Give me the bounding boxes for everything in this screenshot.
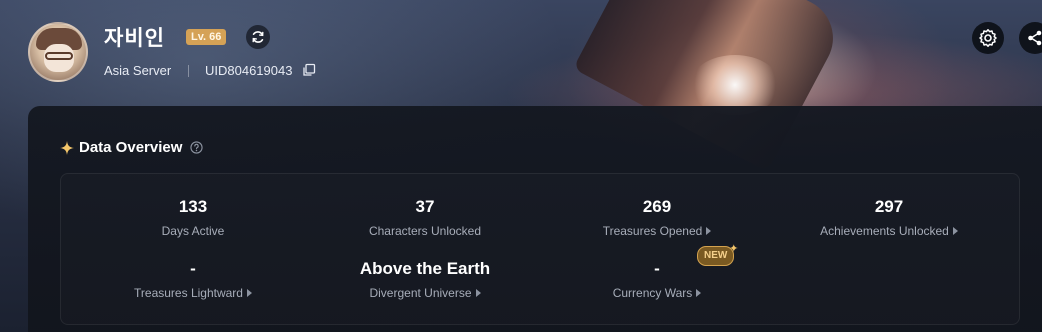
refresh-button[interactable] [246, 25, 270, 49]
stat-value: 297 [874, 197, 904, 216]
server-label: Asia Server [104, 63, 172, 78]
section-title-text: Data Overview [79, 139, 183, 156]
stat-label: Characters Unlocked [369, 224, 481, 238]
page: 자비인 Lv. 66 Asia Server UID804619043 Data… [0, 0, 1042, 332]
sparkle-icon: ✦ [729, 243, 739, 255]
stat-characters-unlocked: 37 Characters Unlocked [305, 196, 545, 240]
stat-label-text: Days Active [161, 224, 225, 238]
stat-treasures-opened[interactable]: 269 Treasures Opened [537, 196, 777, 240]
stat-label-text: Characters Unlocked [368, 224, 482, 238]
sparkle-icon [60, 140, 74, 155]
stat-label[interactable]: Achievements Unlocked [820, 224, 958, 238]
stat-label[interactable]: Divergent Universe [369, 286, 481, 300]
stat-treasures-lightward[interactable]: - Treasures Lightward [73, 258, 313, 302]
help-icon[interactable] [190, 141, 204, 154]
stat-label[interactable]: Treasures Lightward [134, 286, 252, 300]
uid-label: UID804619043 [205, 63, 293, 78]
player-name: 자비인 [104, 27, 165, 50]
stat-value: Above the Earth [359, 259, 491, 278]
share-icon [1028, 30, 1042, 46]
stat-value: 269 [642, 197, 672, 216]
avatar-glasses [45, 52, 73, 60]
stat-value: 133 [178, 197, 208, 216]
profile-header: 자비인 Lv. 66 Asia Server UID804619043 [0, 0, 1042, 100]
copy-icon[interactable] [302, 63, 316, 77]
stat-label-text: Divergent Universe [369, 286, 472, 300]
stat-value: 37 [415, 197, 435, 216]
arrow-right-icon [706, 227, 712, 235]
arrow-right-icon [696, 289, 702, 297]
stat-label-text: Achievements Unlocked [820, 224, 949, 238]
level-badge: Lv. 66 [186, 29, 227, 45]
stat-value: - [654, 259, 660, 278]
stat-achievements-unlocked[interactable]: 297 Achievements Unlocked [769, 196, 1009, 240]
data-overview-panel: Data Overview 133 Days Active 37 Charact… [28, 106, 1042, 332]
share-button[interactable] [1019, 22, 1042, 54]
stat-divergent-universe[interactable]: Above the Earth Divergent Universe [305, 258, 545, 302]
avatar[interactable] [28, 22, 88, 82]
header-divider [188, 65, 189, 77]
new-badge-text: NEW [704, 250, 728, 261]
stat-currency-wars[interactable]: - Currency Wars [537, 258, 777, 302]
stat-label-text: Currency Wars [612, 286, 693, 300]
refresh-icon [252, 31, 264, 43]
section-title: Data Overview [60, 139, 204, 156]
stat-value: - [190, 259, 196, 278]
stat-days-active: 133 Days Active [73, 196, 313, 240]
gear-icon [979, 29, 997, 47]
stat-label[interactable]: Currency Wars [613, 286, 702, 300]
stat-label-text: Treasures Opened [602, 224, 703, 238]
stat-label: Days Active [162, 224, 225, 238]
arrow-right-icon [952, 227, 958, 235]
stat-label-text: Treasures Lightward [134, 286, 243, 300]
arrow-right-icon [475, 289, 481, 297]
new-badge: NEW ✦ [697, 243, 738, 266]
settings-button[interactable] [972, 22, 1004, 54]
stat-label[interactable]: Treasures Opened [603, 224, 712, 238]
stats-card: 133 Days Active 37 Characters Unlocked 2… [60, 173, 1020, 325]
arrow-right-icon [246, 289, 252, 297]
